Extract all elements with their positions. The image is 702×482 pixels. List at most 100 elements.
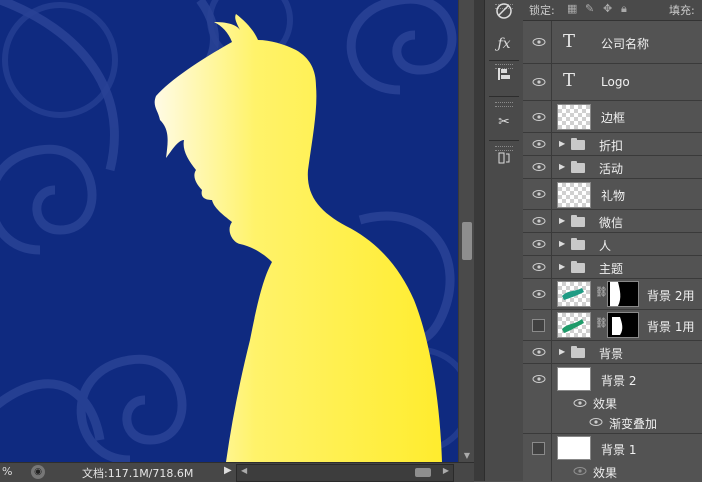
- layer-row[interactable]: 礼物: [523, 179, 702, 210]
- lock-transparent-icon[interactable]: ▦: [567, 2, 577, 15]
- fx-icon[interactable]: ƒx: [491, 32, 517, 56]
- folder-icon: [571, 215, 585, 227]
- folder-icon: [571, 138, 585, 150]
- scroll-left-arrow-icon[interactable]: ◀: [241, 466, 247, 475]
- layer-group-row[interactable]: ▶ 背景: [523, 341, 702, 364]
- text-layer-icon: T: [563, 70, 576, 91]
- scrollbar-thumb[interactable]: [462, 222, 472, 260]
- eye-icon[interactable]: [532, 347, 546, 357]
- eye-icon[interactable]: [532, 289, 546, 299]
- history-icon[interactable]: [491, 150, 517, 174]
- layer-name: 礼物: [601, 189, 626, 203]
- fill-label: 填充:: [669, 4, 695, 17]
- brush-settings-icon[interactable]: [491, 2, 517, 26]
- layer-row[interactable]: 背景 2: [523, 364, 702, 394]
- layer-thumbnail: [557, 182, 591, 208]
- visibility-toggle[interactable]: [532, 442, 545, 455]
- expand-arrow-icon[interactable]: ▶: [559, 162, 565, 171]
- status-menu-arrow-icon[interactable]: ▶: [224, 465, 234, 479]
- layer-name: Logo: [601, 75, 630, 89]
- effect-row[interactable]: 渐变叠加: [523, 412, 702, 434]
- panel-divider[interactable]: [474, 0, 484, 481]
- share-icon[interactable]: ◉: [31, 465, 45, 479]
- folder-icon: [571, 346, 585, 358]
- layer-group-row[interactable]: ▶ 活动: [523, 156, 702, 179]
- layer-row[interactable]: T 公司名称: [523, 21, 702, 64]
- effects-label: 效果: [593, 397, 618, 411]
- eye-icon[interactable]: [532, 112, 546, 122]
- visibility-column: [523, 394, 552, 412]
- eye-icon[interactable]: [532, 216, 546, 226]
- folder-icon: [571, 161, 585, 173]
- eye-icon[interactable]: [532, 139, 546, 149]
- canvas-artwork: [0, 0, 458, 462]
- align-icon[interactable]: [491, 66, 517, 90]
- panel-icon-strip: ƒx ✂: [484, 0, 524, 481]
- layer-group-row[interactable]: ▶ 折扣: [523, 133, 702, 156]
- layer-row[interactable]: T Logo: [523, 64, 702, 101]
- layer-mask-thumbnail[interactable]: [607, 312, 639, 338]
- document-size-info: 文档:117.1M/718.6M: [82, 467, 194, 480]
- lock-label: 锁定:: [529, 4, 555, 17]
- separator: [489, 96, 519, 97]
- canvas-horizontal-scrollbar[interactable]: ◀ ▶: [236, 464, 454, 482]
- zoom-level[interactable]: %: [2, 465, 12, 478]
- expand-arrow-icon[interactable]: ▶: [559, 239, 565, 248]
- link-icon[interactable]: ⛓: [595, 287, 608, 298]
- eye-icon[interactable]: [589, 417, 603, 427]
- expand-arrow-icon[interactable]: ▶: [559, 347, 565, 356]
- layer-mask-thumbnail[interactable]: [607, 281, 639, 307]
- layer-row[interactable]: ⛓ 背景 1用: [523, 310, 702, 341]
- effects-row[interactable]: 效果: [523, 394, 702, 412]
- layer-group-row[interactable]: ▶ 人: [523, 233, 702, 256]
- document-canvas[interactable]: [0, 0, 458, 462]
- layer-row[interactable]: ⛓ 背景 2用: [523, 279, 702, 310]
- layer-group-row[interactable]: ▶ 主题: [523, 256, 702, 279]
- eye-icon[interactable]: [573, 466, 587, 476]
- folder-icon: [571, 261, 585, 273]
- layer-name: 背景: [599, 347, 624, 361]
- layer-thumbnail: [557, 104, 591, 130]
- eye-icon[interactable]: [532, 37, 546, 47]
- expand-arrow-icon[interactable]: ▶: [559, 262, 565, 271]
- visibility-toggle[interactable]: [532, 319, 545, 332]
- layer-thumbnail: [557, 312, 591, 338]
- layers-panel: 锁定: ▦ ✎ ✥ 🔒︎ 填充: T 公司名称 T Logo 边框 ▶ 折扣 ▶: [523, 0, 702, 481]
- layer-group-row[interactable]: ▶ 微信: [523, 210, 702, 233]
- lock-position-icon[interactable]: ✥: [603, 2, 612, 15]
- layer-name: 边框: [601, 111, 626, 125]
- folder-icon: [571, 238, 585, 250]
- effect-name: 渐变叠加: [609, 417, 658, 431]
- eye-icon[interactable]: [573, 398, 587, 408]
- eye-icon[interactable]: [532, 262, 546, 272]
- effects-row[interactable]: 效果: [523, 462, 702, 481]
- layer-name: 活动: [599, 162, 624, 176]
- layer-name: 背景 1: [601, 443, 637, 457]
- scissors-tool-icon[interactable]: ✂: [491, 110, 517, 134]
- scroll-right-arrow-icon[interactable]: ▶: [443, 466, 449, 475]
- lock-all-icon[interactable]: 🔒︎: [621, 2, 627, 16]
- scroll-down-arrow-icon[interactable]: ▼: [459, 450, 475, 462]
- separator: [489, 140, 519, 141]
- lock-paint-icon[interactable]: ✎: [585, 2, 594, 15]
- layer-thumbnail: [557, 436, 591, 460]
- effects-label: 效果: [593, 466, 618, 480]
- layer-name: 公司名称: [601, 37, 650, 51]
- eye-icon[interactable]: [532, 77, 546, 87]
- layer-name: 背景 2用: [647, 289, 695, 303]
- eye-icon[interactable]: [532, 189, 546, 199]
- eye-icon[interactable]: [532, 374, 546, 384]
- expand-arrow-icon[interactable]: ▶: [559, 216, 565, 225]
- layer-row[interactable]: 背景 1: [523, 434, 702, 462]
- expand-arrow-icon[interactable]: ▶: [559, 139, 565, 148]
- scrollbar-thumb[interactable]: [415, 468, 431, 477]
- eye-icon[interactable]: [532, 239, 546, 249]
- layer-row[interactable]: 边框: [523, 101, 702, 133]
- canvas-vertical-scrollbar[interactable]: ▼: [458, 0, 475, 462]
- eye-icon[interactable]: [532, 162, 546, 172]
- strip-grip[interactable]: [495, 102, 513, 107]
- layer-name: 背景 1用: [647, 320, 695, 334]
- visibility-column: [523, 412, 552, 433]
- layer-name: 主题: [599, 262, 624, 276]
- link-icon[interactable]: ⛓: [595, 318, 608, 329]
